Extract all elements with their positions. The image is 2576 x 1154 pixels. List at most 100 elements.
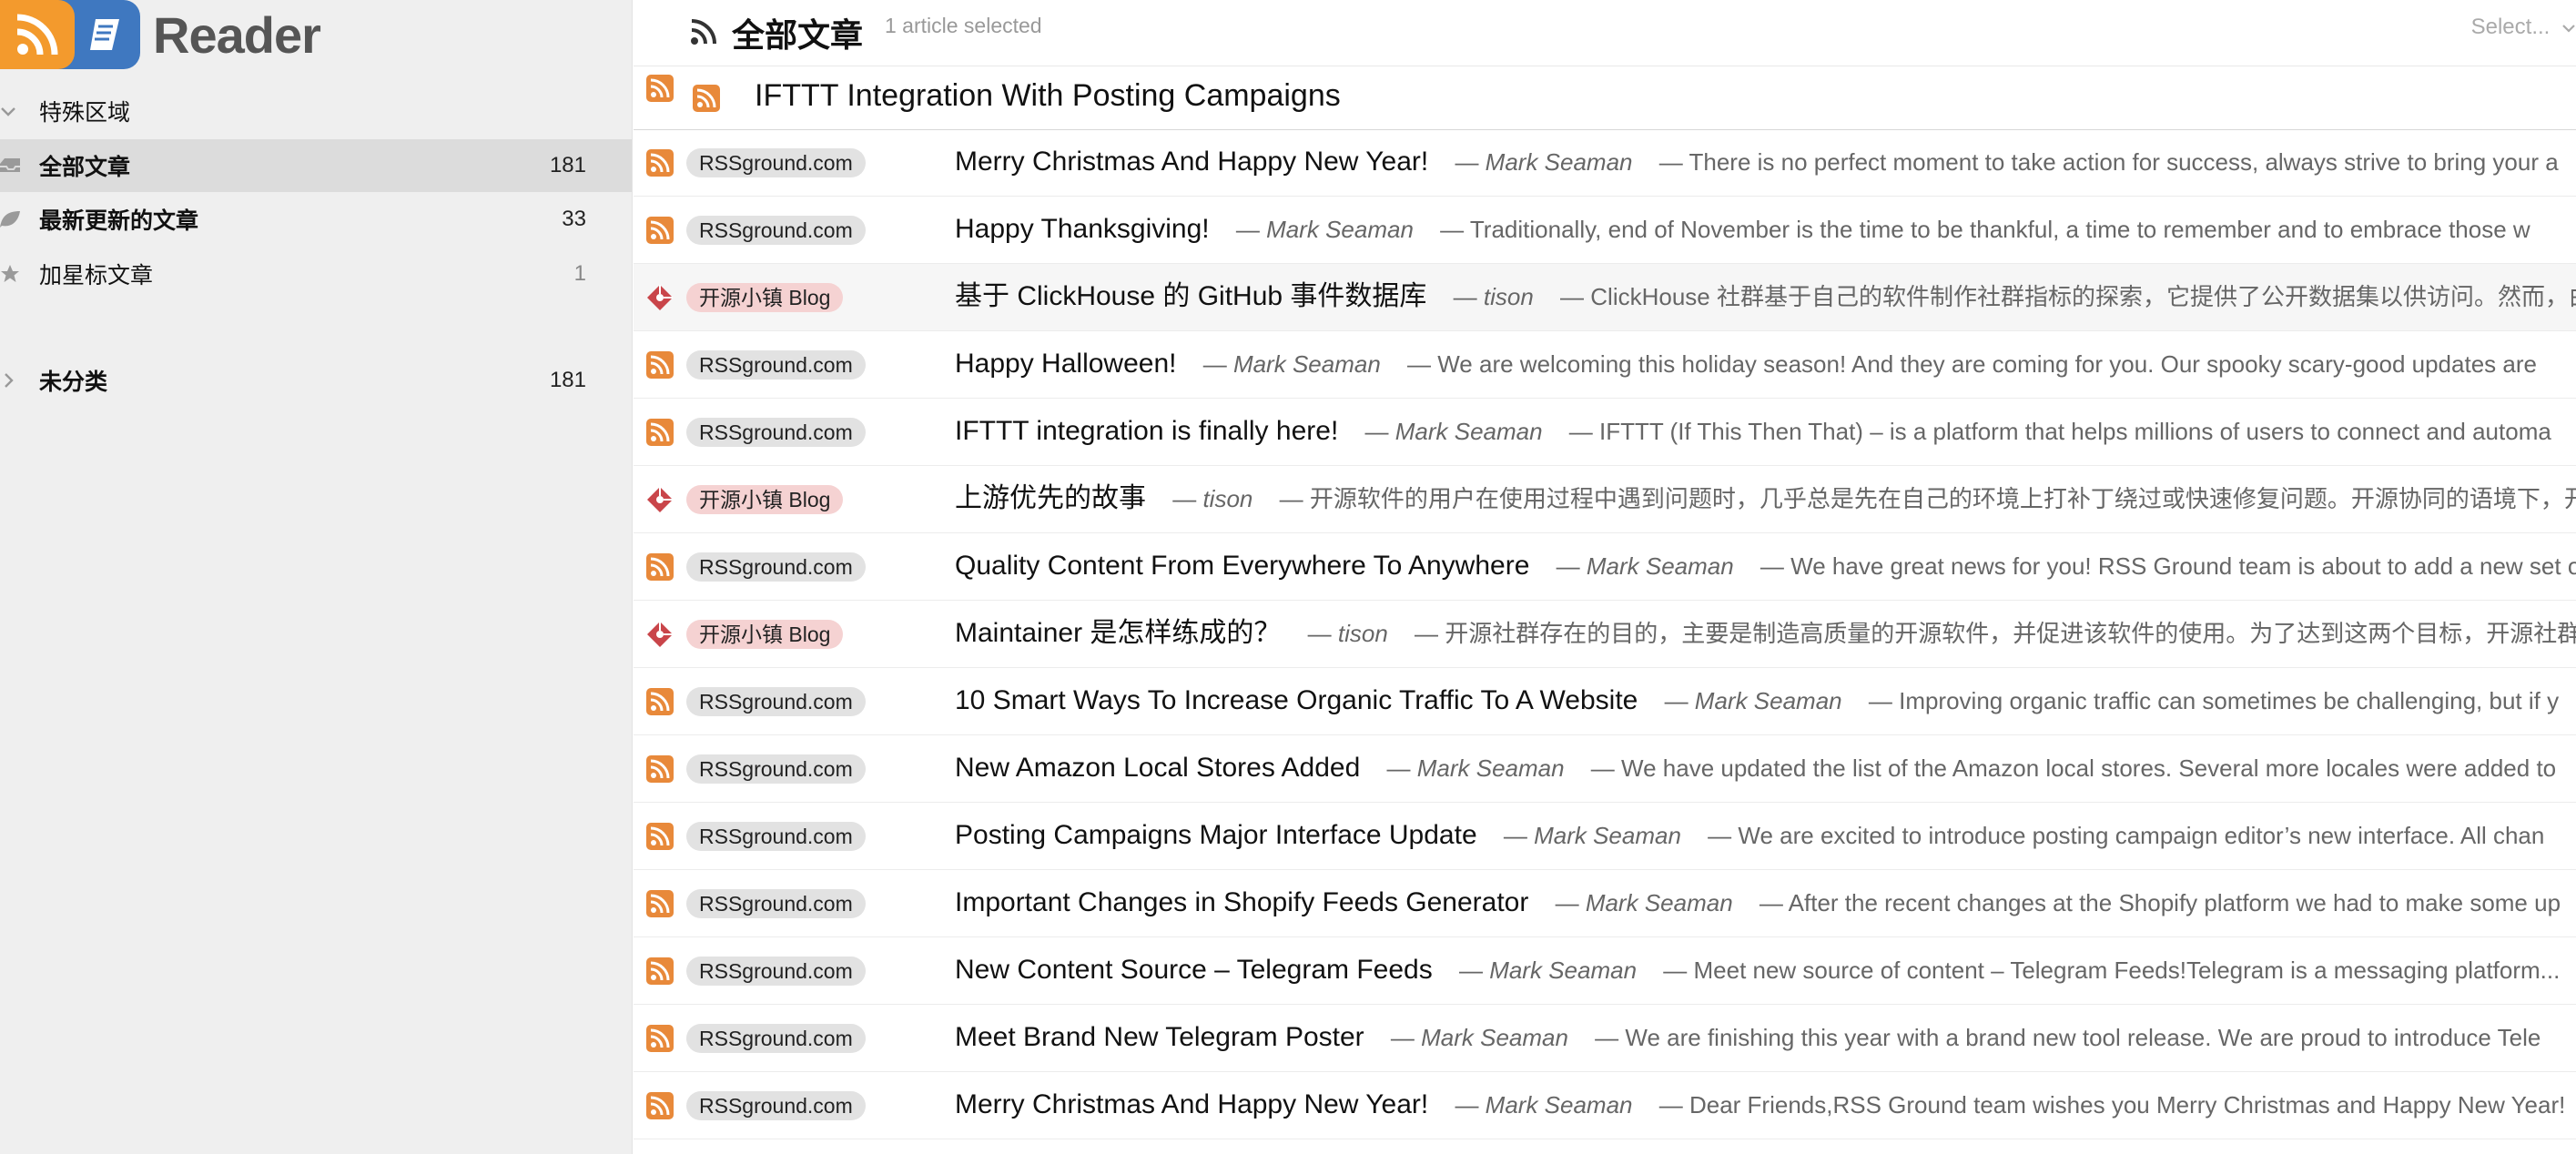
article-title: New Content Source – Telegram Feeds <box>955 955 1433 985</box>
feed-rss-icon <box>646 1092 674 1119</box>
selected-article-row[interactable]: IFTTT Integration With Posting Campaigns <box>634 66 2576 130</box>
separator: — <box>1584 754 1622 782</box>
separator: — <box>1548 889 1586 916</box>
article-title: Important Changes in Shopify Feeds Gener… <box>955 887 1529 917</box>
app-logo[interactable]: Reader <box>0 0 321 69</box>
article-row[interactable]: RSSground.com Quality Content From Every… <box>634 533 2576 601</box>
article-line: 10 Smart Ways To Increase Organic Traffi… <box>955 683 2576 724</box>
article-snippet: We are finishing this year with a brand … <box>1625 1024 2541 1051</box>
separator: — <box>1452 957 1490 984</box>
article-snippet: 开源社群存在的目的，主要是制造高质量的开源软件，并促进该软件的使用。为了达到这两… <box>1445 620 2576 647</box>
separator: — <box>1358 418 1395 445</box>
article-row[interactable]: 开源小镇 Blog 基于 ClickHouse 的 GitHub 事件数据库 —… <box>634 264 2576 331</box>
sidebar-section-special[interactable]: 特殊区域 <box>0 85 632 137</box>
article-line: Quality Content From Everywhere To Anywh… <box>955 548 2576 589</box>
feed-badge[interactable]: RSSground.com <box>686 822 866 851</box>
article-row[interactable]: RSSground.com Posting Campaigns Major In… <box>634 803 2576 870</box>
feed-rss-icon <box>646 890 674 917</box>
feed-badge[interactable]: RSSground.com <box>686 552 866 582</box>
article-snippet: Traditionally, end of November is the ti… <box>1469 216 2530 243</box>
separator: — <box>1587 1024 1626 1051</box>
article-row[interactable]: RSSground.com IFTTT integration is final… <box>634 399 2576 466</box>
sidebar-item-label: 特殊区域 <box>39 100 131 126</box>
feed-badge[interactable]: RSSground.com <box>686 1024 866 1053</box>
select-dropdown[interactable]: Select... <box>2471 15 2576 40</box>
article-author: Mark Seaman <box>1586 552 1734 580</box>
feed-badge[interactable]: RSSground.com <box>686 687 866 716</box>
article-author: Mark Seaman <box>1416 754 1565 782</box>
article-row[interactable]: RSSground.com Happy Thanksgiving! — Mark… <box>634 197 2576 264</box>
article-author: Mark Seaman <box>1485 1091 1633 1119</box>
article-row[interactable]: RSSground.com New Amazon Local Stores Ad… <box>634 735 2576 803</box>
sidebar-item-label: 加星标文章 <box>39 263 154 288</box>
feed-badge[interactable]: 开源小镇 Blog <box>686 620 844 649</box>
feed-badge[interactable]: RSSground.com <box>686 957 866 986</box>
article-row[interactable]: RSSground.com Important Changes in Shopi… <box>634 870 2576 937</box>
feed-rss-icon <box>646 755 674 783</box>
feed-badge[interactable]: 开源小镇 Blog <box>686 485 844 514</box>
article-row[interactable]: RSSground.com Happy Halloween! — Mark Se… <box>634 331 2576 399</box>
article-line: 上游优先的故事 — tison — 开源软件的用户在使用过程中遇到问题时，几乎总… <box>955 481 2576 521</box>
article-title: Quality Content From Everywhere To Anywh… <box>955 551 1530 581</box>
sidebar-item-count: 1 <box>573 261 586 286</box>
article-title: Happy Halloween! <box>955 349 1177 379</box>
article-row[interactable]: RSSground.com Meet Brand New Telegram Po… <box>634 1005 2576 1072</box>
sidebar-item-count: 181 <box>549 368 586 392</box>
inbox-icon <box>0 139 22 192</box>
article-snippet: We have updated the list of the Amazon l… <box>1621 754 2557 782</box>
logo-text: Reader <box>153 5 321 64</box>
article-title: Merry Christmas And Happy New Year! <box>955 147 1429 177</box>
feed-rss-icon <box>646 1025 674 1052</box>
sidebar-item-uncategorized[interactable]: 未分类 181 <box>0 354 632 407</box>
feed-badge[interactable]: RSSground.com <box>686 754 866 784</box>
feed-badge[interactable]: RSSground.com <box>686 418 866 447</box>
sidebar-item-all-articles[interactable]: 全部文章 181 <box>0 139 632 192</box>
separator: — <box>1166 485 1203 512</box>
article-snippet: 开源软件的用户在使用过程中遇到问题时，几乎总是先在自己的环境上打补丁绕过或快速修… <box>1309 485 2576 512</box>
article-row[interactable]: 开源小镇 Blog Maintainer 是怎样练成的？ — tison — 开… <box>634 601 2576 668</box>
separator: — <box>1301 620 1338 647</box>
feed-badge[interactable]: RSSground.com <box>686 889 866 918</box>
article-line: Maintainer 是怎样练成的？ — tison — 开源社群存在的目的，主… <box>955 615 2576 656</box>
sidebar-item-starred[interactable]: 加星标文章 1 <box>0 248 632 300</box>
feed-badge[interactable]: RSSground.com <box>686 216 866 245</box>
feed-badge[interactable]: 开源小镇 Blog <box>686 283 844 312</box>
sidebar-item-recent[interactable]: 最新更新的文章 33 <box>0 193 632 246</box>
article-title: Happy Thanksgiving! <box>955 214 1210 244</box>
article-list-pane: 全部文章 1 article selected Select... IFTTT … <box>634 0 2576 1154</box>
separator: — <box>1658 687 1695 714</box>
selection-count: 1 article selected <box>885 14 1042 37</box>
selected-article-title: IFTTT Integration With Posting Campaigns <box>755 78 1341 113</box>
separator: — <box>1380 754 1417 782</box>
article-row[interactable]: RSSground.com Merry Christmas And Happy … <box>634 129 2576 197</box>
article-row[interactable]: 开源小镇 Blog 上游优先的故事 — tison — 开源软件的用户在使用过程… <box>634 466 2576 533</box>
separator: — <box>1400 350 1438 378</box>
article-author: Mark Seaman <box>1585 889 1733 916</box>
feed-badge[interactable]: RSSground.com <box>686 148 866 177</box>
article-author: Mark Seaman <box>1694 687 1842 714</box>
article-row[interactable]: RSSground.com Merry Christmas And Happy … <box>634 1072 2576 1139</box>
article-author: Mark Seaman <box>1485 148 1633 176</box>
separator: — <box>1433 216 1470 243</box>
separator: — <box>1652 1091 1689 1119</box>
separator: — <box>1407 620 1445 647</box>
feed-badge[interactable]: RSSground.com <box>686 1091 866 1120</box>
article-snippet: We have great news for you! RSS Ground t… <box>1790 552 2576 580</box>
article-row[interactable]: RSSground.com New Content Source – Teleg… <box>634 937 2576 1005</box>
separator: — <box>1700 822 1739 849</box>
article-line: Happy Thanksgiving! — Mark Seaman — Trad… <box>955 211 2576 252</box>
separator: — <box>1273 485 1310 512</box>
article-title: 基于 ClickHouse 的 GitHub 事件数据库 <box>955 281 1427 311</box>
article-snippet: ClickHouse 社群基于自己的软件制作社群指标的探索，它提供了公开数据集以… <box>1590 283 2576 310</box>
separator: — <box>1753 552 1791 580</box>
feed-badge[interactable]: RSSground.com <box>686 350 866 380</box>
article-row[interactable]: RSSground.com 10 Smart Ways To Increase … <box>634 668 2576 735</box>
feed-rss-icon <box>646 419 674 446</box>
feed-rss-icon <box>646 75 674 106</box>
article-title: New Amazon Local Stores Added <box>955 753 1361 783</box>
separator: — <box>1562 418 1600 445</box>
article-title: 上游优先的故事 <box>955 483 1146 513</box>
article-snippet: We are excited to introduce posting camp… <box>1738 822 2545 849</box>
article-line: Posting Campaigns Major Interface Update… <box>955 817 2576 858</box>
article-author: Mark Seaman <box>1394 418 1543 445</box>
